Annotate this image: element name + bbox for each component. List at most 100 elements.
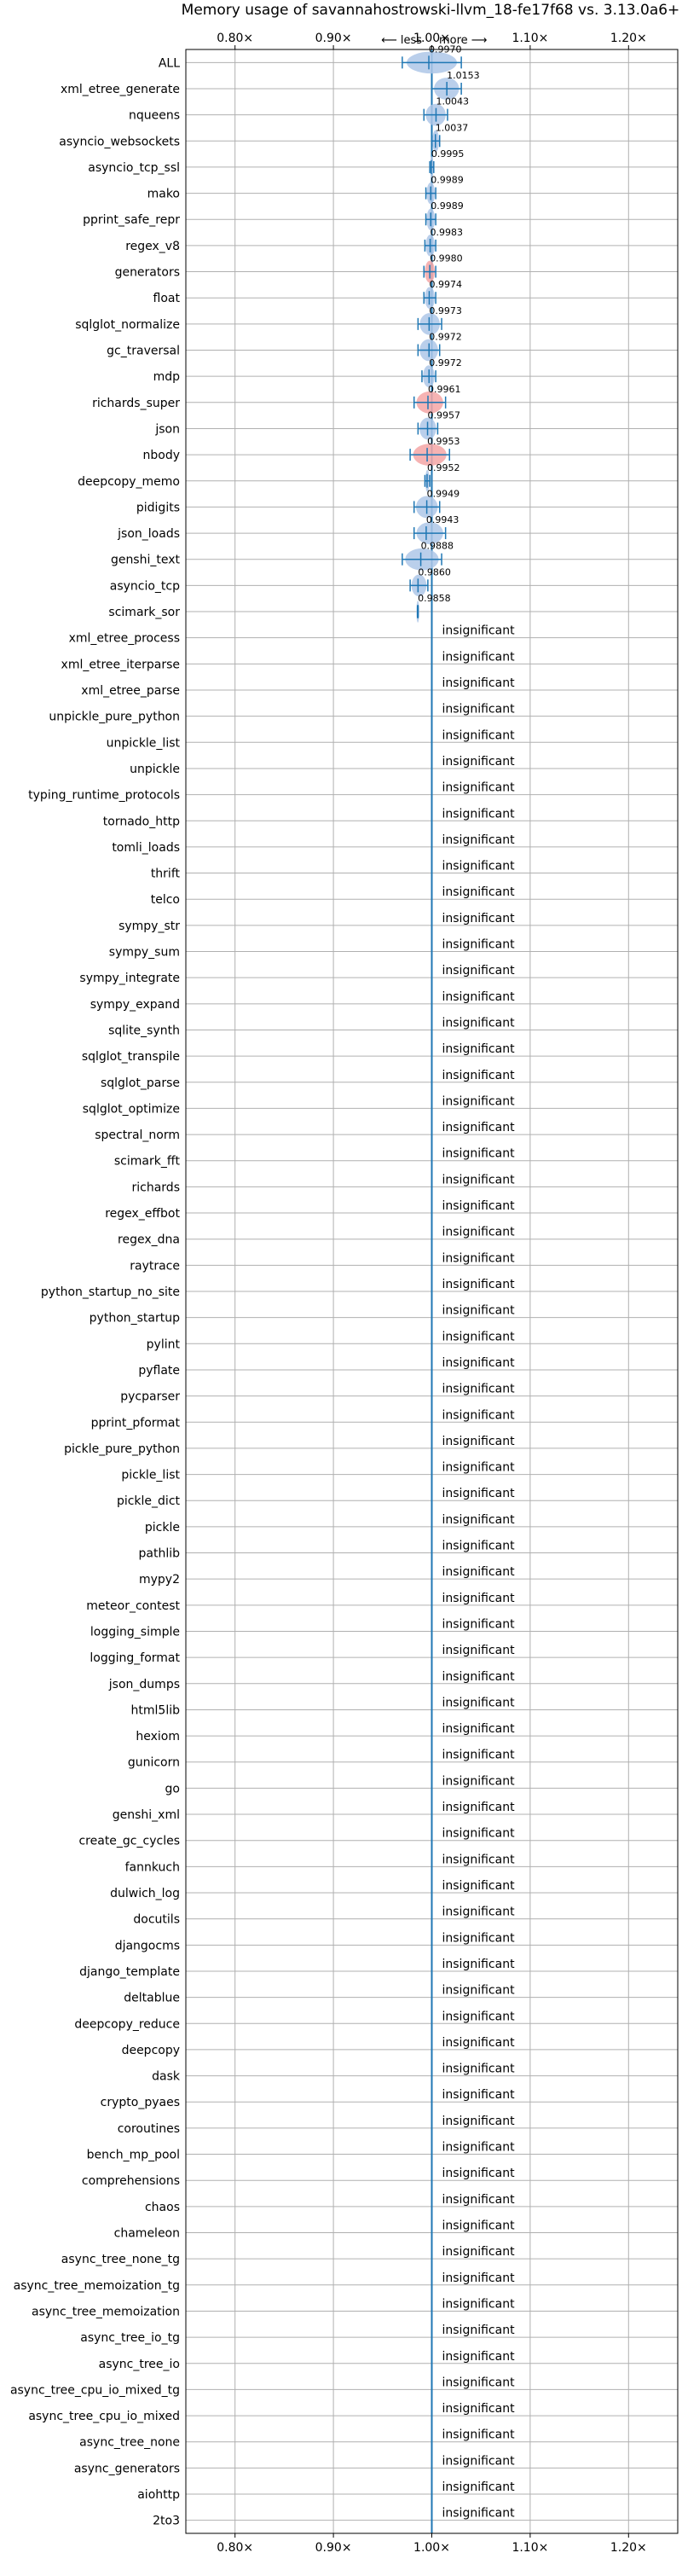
x-tick-label-bottom: 0.80× [217,2541,253,2555]
category-label: meteor_contest [86,1599,180,1613]
category-label: genshi_text [111,554,181,567]
category-label: asyncio_websockets [59,135,180,148]
category-label: pickle [145,1521,180,1535]
category-label: unpickle [130,763,180,776]
insignificant-label: insignificant [442,650,516,664]
insignificant-label: insignificant [442,1173,516,1186]
insignificant-label: insignificant [442,1774,516,1788]
x-tick-label-top: 1.20× [610,32,647,45]
category-label: coroutines [118,2122,180,2136]
category-label: sqlglot_normalize [75,318,180,332]
insignificant-label: insignificant [442,1906,516,1919]
insignificant-label: insignificant [442,703,516,717]
category-label: sqlglot_transpile [82,1050,180,1064]
insignificant-label: insignificant [442,990,516,1004]
category-label: djangocms [115,1939,180,1952]
category-label: async_tree_cpu_io_mixed_tg [10,2383,180,2397]
value-label: 0.9974 [429,279,462,290]
category-label: xml_etree_iterparse [61,658,180,671]
insignificant-label: insignificant [442,885,516,899]
insignificant-label: insignificant [442,1069,516,1082]
category-label: python_startup [90,1312,180,1326]
insignificant-label: insignificant [442,833,516,847]
category-label: deepcopy [122,2044,180,2057]
category-label: deltablue [124,1992,180,2005]
value-label: 0.9973 [429,305,461,316]
category-label: mypy2 [139,1573,180,1587]
insignificant-label: insignificant [442,2324,516,2337]
category-label: xml_etree_generate [61,83,180,96]
value-label: 0.9989 [431,175,464,186]
category-label: tornado_http [103,815,180,828]
insignificant-label: insignificant [442,964,516,978]
insignificant-label: insignificant [442,2402,516,2416]
insignificant-label: insignificant [442,1199,516,1213]
category-label: html5lib [131,1703,181,1717]
insignificant-label: insignificant [442,2428,516,2442]
category-label: sqlite_synth [108,1024,180,1037]
insignificant-label: insignificant [442,755,516,769]
value-label: 0.9860 [418,566,451,577]
insignificant-label: insignificant [442,1879,516,1893]
insignificant-label: insignificant [442,781,516,795]
value-label: 0.9943 [426,514,459,525]
value-label: 0.9972 [429,357,462,368]
value-label: 0.9888 [421,541,454,552]
insignificant-label: insignificant [442,2454,516,2468]
x-tick-label-bottom: 1.00× [413,2541,450,2555]
category-label: scimark_sor [108,606,180,619]
insignificant-label: insignificant [442,1801,516,1814]
insignificant-label: insignificant [442,1513,516,1527]
category-label: json [154,422,180,436]
value-label: 0.9957 [428,409,461,421]
value-label: 0.9953 [427,436,459,447]
category-label: pickle_list [121,1469,180,1482]
value-label: 0.9972 [429,332,462,343]
insignificant-label: insignificant [442,2063,516,2076]
category-label: deepcopy_memo [78,475,180,489]
category-label: sqlglot_optimize [83,1102,180,1116]
value-label: 0.9952 [427,462,460,473]
category-label: crypto_pyaes [101,2096,180,2109]
category-label: async_tree_io [99,2358,180,2371]
value-label: 0.9858 [418,593,450,604]
insignificant-label: insignificant [442,1435,516,1448]
insignificant-label: insignificant [442,2088,516,2102]
category-label: async_tree_io_tg [80,2331,180,2345]
category-label: fannkuch [125,1860,180,1874]
category-label: async_tree_memoization [32,2305,180,2318]
category-label: sympy_expand [90,998,180,1012]
value-label: 0.9949 [427,488,460,499]
insignificant-label: insignificant [442,2376,516,2389]
category-label: aiohttp [137,2488,180,2502]
insignificant-label: insignificant [442,1383,516,1396]
category-label: unpickle_pure_python [49,711,180,724]
category-label: nqueens [129,109,180,123]
category-label: nbody [143,449,181,462]
insignificant-label: insignificant [442,1016,516,1030]
category-label: go [165,1782,180,1796]
insignificant-label: insignificant [442,2167,516,2180]
category-label: pyflate [138,1364,180,1378]
category-label: asyncio_tcp_ssl [88,161,180,175]
category-label: ALL [159,56,180,70]
x-tick-label-bottom: 1.20× [610,2541,647,2555]
insignificant-label: insignificant [442,1356,516,1370]
category-label: pathlib [139,1547,181,1561]
category-label: gunicorn [128,1756,180,1770]
category-label: raytrace [130,1259,180,1273]
insignificant-label: insignificant [442,2271,516,2285]
category-label: xml_etree_process [69,632,180,646]
category-label: sqlglot_parse [101,1076,180,1090]
category-label: regex_effbot [105,1207,180,1221]
category-label: pidigits [136,501,180,514]
insignificant-label: insignificant [442,1749,516,1762]
category-label: django_template [79,1965,180,1979]
category-label: 2to3 [153,2515,180,2528]
insignificant-label: insignificant [442,1958,516,1971]
insignificant-label: insignificant [442,1696,516,1709]
value-label: 1.0153 [447,70,480,81]
category-label: xml_etree_parse [81,684,180,698]
insignificant-label: insignificant [442,1827,516,1841]
insignificant-label: insignificant [442,2297,516,2311]
